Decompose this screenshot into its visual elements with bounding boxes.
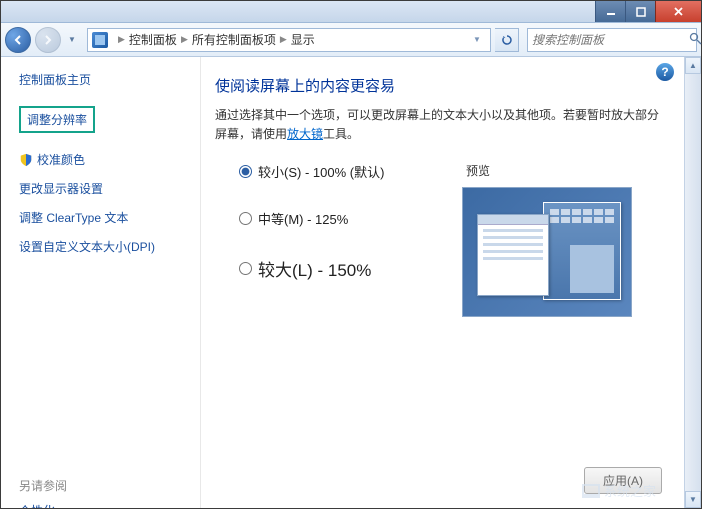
nav-history-dropdown[interactable]: ▼ [65, 30, 79, 50]
sidebar-item-cleartype[interactable]: 调整 ClearType 文本 [19, 207, 188, 228]
footer: 应用(A) [584, 467, 662, 494]
seealso-personalization[interactable]: 个性化 [19, 502, 188, 508]
radio-large[interactable] [239, 262, 252, 275]
breadcrumb-leaf[interactable]: 显示 [291, 31, 315, 48]
control-panel-home-link[interactable]: 控制面板主页 [19, 71, 188, 88]
help-icon[interactable]: ? [656, 63, 674, 81]
arrow-right-icon [42, 34, 54, 46]
options-area: 较小(S) - 100% (默认) 中等(M) - 125% 较大(L) - 1… [215, 162, 662, 317]
refresh-icon [501, 34, 513, 46]
back-button[interactable] [5, 27, 31, 53]
radio-medium[interactable] [239, 212, 252, 225]
content: ? 使阅读屏幕上的内容更容易 通过选择其中一个选项，可以更改屏幕上的文本大小以及… [201, 57, 684, 508]
vertical-scrollbar[interactable]: ▲ ▼ [684, 57, 701, 508]
page-description: 通过选择其中一个选项，可以更改屏幕上的文本大小以及其他项。若要暂时放大部分屏幕，… [215, 106, 662, 144]
forward-button[interactable] [35, 27, 61, 53]
desc-text: 通过选择其中一个选项，可以更改屏幕上的文本大小以及其他项。若要暂时放大部分屏幕，… [215, 108, 659, 141]
minimize-button[interactable] [595, 1, 625, 22]
option-label: 较大(L) - 150% [258, 256, 371, 281]
sidebar-item-display-settings[interactable]: 更改显示器设置 [19, 178, 188, 199]
chevron-right-icon: ▶ [280, 34, 287, 45]
search-icon[interactable] [689, 32, 702, 48]
magnifier-link[interactable]: 放大镜 [287, 127, 323, 141]
chevron-right-icon: ▶ [118, 34, 125, 45]
search-input[interactable] [532, 33, 689, 47]
search-box[interactable] [527, 28, 697, 52]
chevron-right-icon: ▶ [181, 34, 188, 45]
navbar: ▼ ▶ 控制面板 ▶ 所有控制面板项 ▶ 显示 ▼ [1, 23, 701, 57]
control-panel-window: ▼ ▶ 控制面板 ▶ 所有控制面板项 ▶ 显示 ▼ 控制面板主页 调整分辨率 [0, 0, 702, 509]
option-large[interactable]: 较大(L) - 150% [239, 256, 442, 281]
scroll-down-button[interactable]: ▼ [685, 491, 701, 508]
option-small[interactable]: 较小(S) - 100% (默认) [239, 162, 442, 181]
preview-image [462, 187, 632, 317]
sidebar-item-calibrate-color[interactable]: 校准颜色 [19, 149, 188, 170]
scroll-up-button[interactable]: ▲ [685, 57, 701, 74]
sidebar-item-label: 校准颜色 [37, 151, 85, 168]
breadcrumb-root[interactable]: 控制面板 [129, 31, 177, 48]
page-title: 使阅读屏幕上的内容更容易 [215, 75, 662, 96]
preview-label: 预览 [462, 162, 662, 179]
body: 控制面板主页 调整分辨率 校准颜色 更改显示器设置 调整 ClearType 文… [1, 57, 701, 508]
preview-column: 预览 [462, 162, 662, 317]
titlebar [1, 1, 701, 23]
scroll-track[interactable] [685, 74, 701, 491]
close-button[interactable] [655, 1, 701, 22]
seealso-label: 另请参阅 [19, 477, 188, 494]
sidebar-item-resolution[interactable]: 调整分辨率 [19, 106, 95, 133]
sidebar-item-custom-dpi[interactable]: 设置自定义文本大小(DPI) [19, 236, 188, 257]
option-label: 中等(M) - 125% [258, 209, 348, 228]
refresh-button[interactable] [495, 28, 519, 52]
maximize-button[interactable] [625, 1, 655, 22]
desc-text: 工具。 [323, 127, 359, 141]
breadcrumb[interactable]: ▶ 控制面板 ▶ 所有控制面板项 ▶ 显示 ▼ [87, 28, 491, 52]
sidebar: 控制面板主页 调整分辨率 校准颜色 更改显示器设置 调整 ClearType 文… [1, 57, 201, 508]
address-dropdown[interactable]: ▼ [468, 35, 486, 44]
shield-icon [19, 153, 33, 167]
control-panel-icon [92, 32, 108, 48]
options-column: 较小(S) - 100% (默认) 中等(M) - 125% 较大(L) - 1… [215, 162, 442, 309]
option-medium[interactable]: 中等(M) - 125% [239, 209, 442, 228]
apply-button[interactable]: 应用(A) [584, 467, 662, 494]
breadcrumb-mid[interactable]: 所有控制面板项 [192, 31, 276, 48]
arrow-left-icon [12, 34, 24, 46]
option-label: 较小(S) - 100% (默认) [258, 162, 384, 181]
radio-small[interactable] [239, 165, 252, 178]
